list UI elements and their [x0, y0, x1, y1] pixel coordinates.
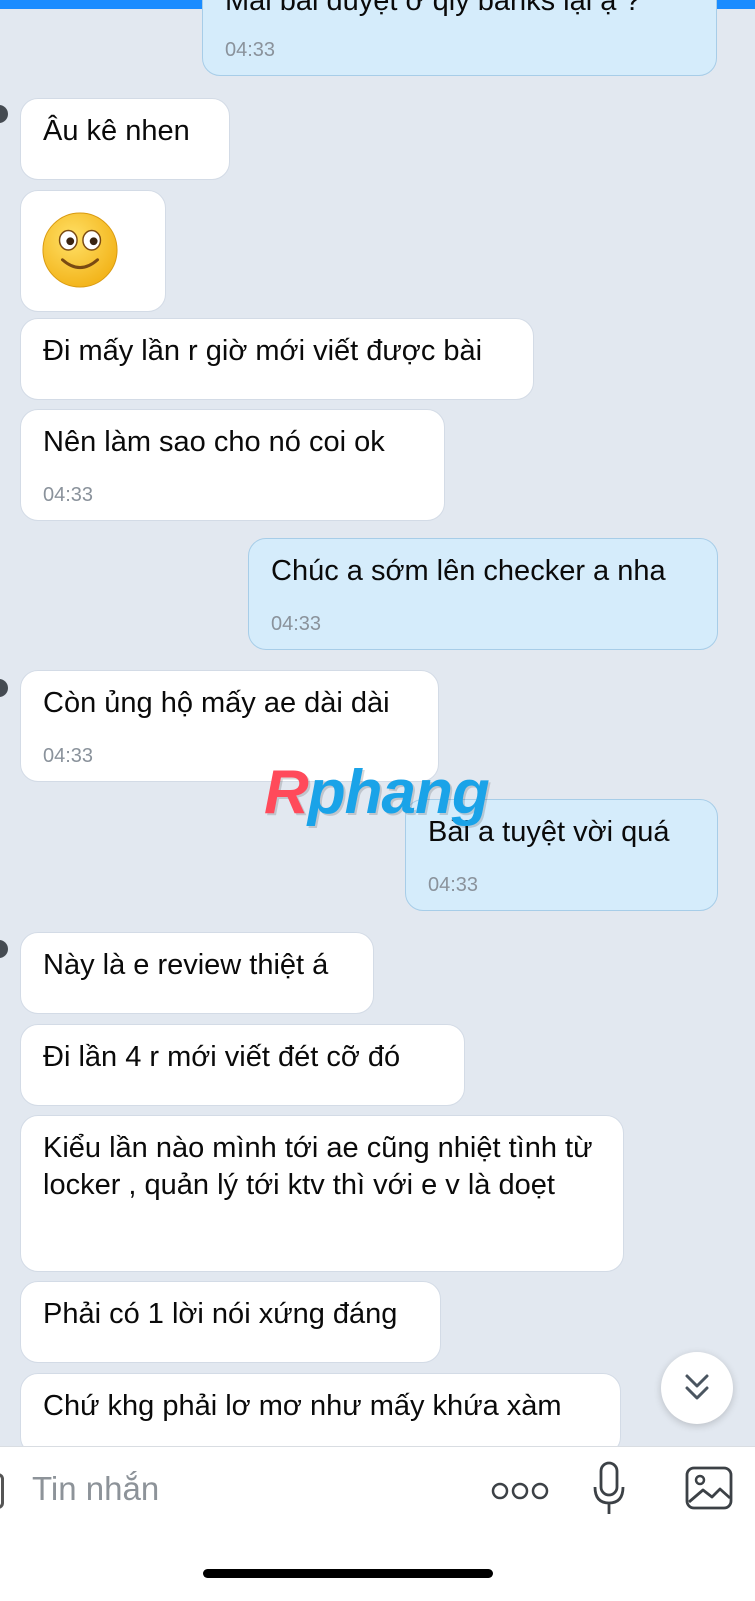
composer-bar — [0, 1446, 755, 1601]
message-text: Âu kê nhen — [43, 115, 190, 147]
message-bubble-incoming[interactable]: Đi lần 4 r mới viết đét cỡ đó — [20, 1024, 465, 1106]
image-icon[interactable] — [684, 1465, 734, 1511]
message-bubble-outgoing[interactable]: Mai bài duyệt ở qly banks lại ạ ? 04:33 — [202, 0, 717, 76]
message-text: Phải có 1 lời nói xứng đáng — [43, 1298, 398, 1330]
sender-avatar[interactable] — [0, 105, 8, 123]
message-bubble-incoming[interactable]: Nên làm sao cho nó coi ok 04:33 — [20, 409, 445, 521]
message-text: Chúc a sớm lên checker a nha — [271, 555, 666, 587]
message-bubble-incoming[interactable]: Đi mấy lần r giờ mới viết được bài — [20, 318, 534, 400]
message-text: Kiểu lần nào mình tới ae cũng nhiệt tình… — [43, 1132, 593, 1201]
scroll-to-bottom-button[interactable] — [661, 1352, 733, 1424]
message-bubble-incoming[interactable]: Kiểu lần nào mình tới ae cũng nhiệt tình… — [20, 1115, 624, 1272]
message-bubble-incoming[interactable]: Âu kê nhen — [20, 98, 230, 180]
message-text: Đi lần 4 r mới viết đét cỡ đó — [43, 1041, 401, 1073]
message-time: 04:33 — [43, 745, 94, 767]
message-text: Này là e review thiệt á — [43, 949, 329, 981]
more-dots-icon[interactable] — [490, 1479, 550, 1503]
message-text: Mai bài duyệt ở qly banks lại ạ ? — [225, 0, 641, 17]
home-indicator[interactable] — [203, 1569, 493, 1578]
message-text: Còn ủng hộ mấy ae dài dài — [43, 687, 390, 719]
sender-avatar[interactable] — [0, 679, 8, 697]
message-bubble-incoming[interactable]: Phải có 1 lời nói xứng đáng — [20, 1281, 441, 1363]
message-text: Đi mấy lần r giờ mới viết được bài — [43, 335, 483, 367]
message-bubble-incoming[interactable]: Này là e review thiệt á — [20, 932, 374, 1014]
chevron-double-down-icon — [685, 1374, 709, 1400]
watermark-logo: Rphang — [264, 758, 490, 827]
microphone-icon[interactable] — [592, 1461, 626, 1517]
smiley-sticker-icon — [42, 212, 118, 288]
message-time: 04:33 — [428, 874, 479, 896]
message-time: 04:33 — [43, 484, 94, 506]
message-time: 04:33 — [271, 613, 322, 635]
message-text: Nên làm sao cho nó coi ok — [43, 426, 385, 458]
message-time: 04:33 — [225, 39, 276, 61]
message-text: Chứ khg phải lơ mơ như mấy khứa xàm — [43, 1390, 562, 1422]
message-bubble-outgoing[interactable]: Chúc a sớm lên checker a nha 04:33 — [248, 538, 718, 650]
sticker-icon[interactable] — [0, 1473, 4, 1509]
sticker-message[interactable] — [20, 190, 166, 312]
message-bubble-incoming[interactable]: Chứ khg phải lơ mơ như mấy khứa xàm — [20, 1373, 621, 1455]
message-input[interactable] — [30, 1469, 334, 1509]
sender-avatar[interactable] — [0, 940, 8, 958]
